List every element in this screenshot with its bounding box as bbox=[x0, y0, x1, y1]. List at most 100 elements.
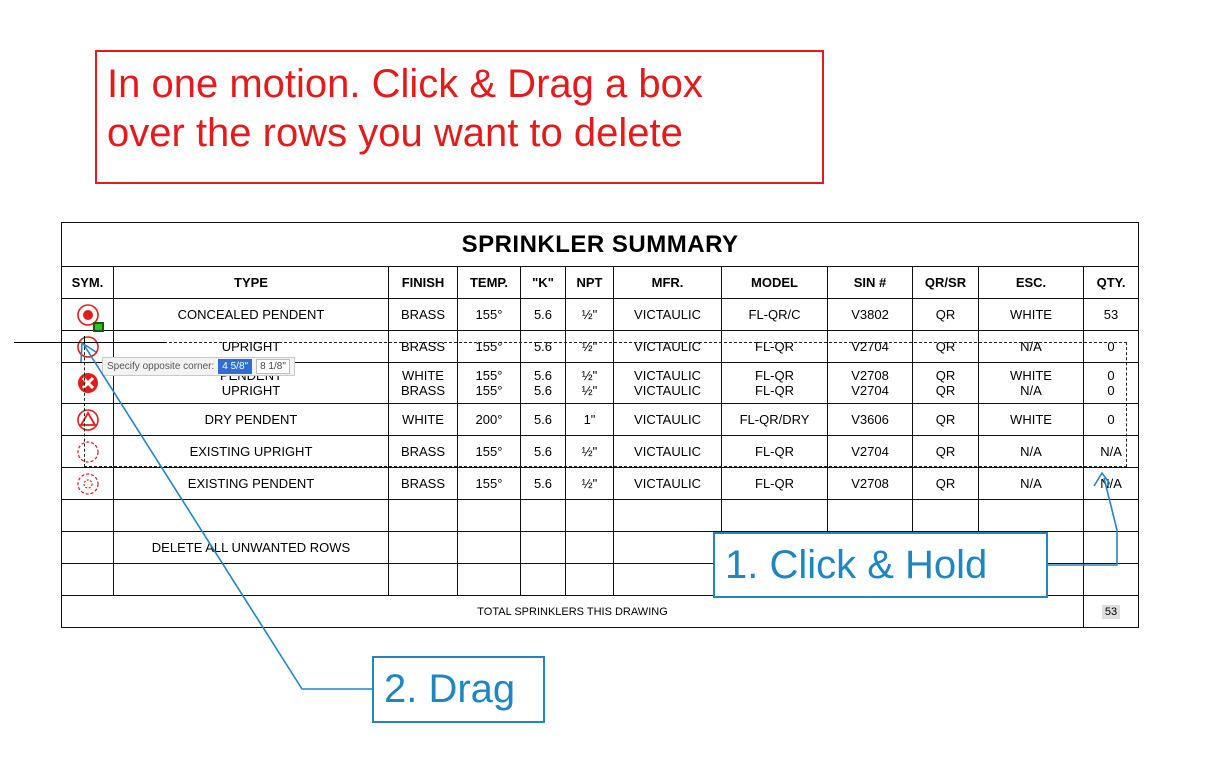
cell-temp: 155° bbox=[457, 330, 521, 363]
cell-k: 5.6 bbox=[520, 298, 566, 331]
dry-pendent-symbol-icon bbox=[61, 403, 114, 436]
cell-npt: ½" bbox=[565, 435, 614, 468]
table-row[interactable]: CONCEALED PENDENT BRASS 155° 5.6 ½" VICT… bbox=[61, 298, 1140, 331]
empty-cell bbox=[565, 499, 614, 532]
empty-cell bbox=[1082, 499, 1140, 532]
empty-cell bbox=[565, 563, 614, 596]
cell-qty: 0 bbox=[1082, 330, 1140, 363]
cell-finish: BRASS bbox=[388, 435, 458, 468]
empty-cell bbox=[520, 531, 566, 564]
cell-model: FL-QR FL-QR bbox=[721, 362, 828, 404]
cell-mfr: VICTAULIC bbox=[613, 403, 722, 436]
header-finish: FINISH bbox=[388, 266, 458, 299]
header-npt: NPT bbox=[565, 266, 614, 299]
total-row: TOTAL SPRINKLERS THIS DRAWING 53 bbox=[61, 595, 1140, 628]
cell-k: 5.6 bbox=[520, 403, 566, 436]
cell-finish: BRASS bbox=[388, 330, 458, 363]
cell-temp: 155° bbox=[457, 467, 521, 500]
crosshair-horizontal bbox=[14, 342, 166, 343]
cell-k: 5.6 5.6 bbox=[520, 362, 566, 404]
cell-sin: V2708 bbox=[827, 467, 913, 500]
empty-cell bbox=[457, 499, 521, 532]
header-mfr: MFR. bbox=[613, 266, 722, 299]
tooltip-x-field[interactable]: 4 5/8" bbox=[218, 359, 253, 374]
empty-cell bbox=[388, 563, 458, 596]
table-row[interactable]: DRY PENDENT WHITE 200° 5.6 1" VICTAULIC … bbox=[61, 403, 1140, 436]
cell-esc: WHITE bbox=[978, 298, 1084, 331]
empty-cell bbox=[61, 531, 114, 564]
header-qty: QTY. bbox=[1082, 266, 1140, 299]
empty-cell bbox=[520, 499, 566, 532]
cell-esc: N/A bbox=[978, 467, 1084, 500]
cell-qrsr: QR QR bbox=[912, 362, 979, 404]
cell-model: FL-QR/C bbox=[721, 298, 828, 331]
table-title: SPRINKLER SUMMARY bbox=[60, 222, 1140, 267]
header-qrsr: QR/SR bbox=[912, 266, 979, 299]
concealed-pendent-symbol-icon bbox=[61, 298, 114, 331]
cell-qty: 0 0 bbox=[1082, 362, 1140, 404]
cell-finish: BRASS bbox=[388, 467, 458, 500]
cell-temp: 155° 155° bbox=[457, 362, 521, 404]
cell-qrsr: QR bbox=[912, 330, 979, 363]
cell-qrsr: QR bbox=[912, 467, 979, 500]
existing-pendent-symbol-icon bbox=[61, 467, 114, 500]
empty-cell bbox=[613, 499, 722, 532]
empty-cell bbox=[388, 531, 458, 564]
crosshair-vertical bbox=[84, 336, 85, 350]
table-row[interactable]: EXISTING UPRIGHT BRASS 155° 5.6 ½" VICTA… bbox=[61, 435, 1140, 468]
cell-model: FL-QR bbox=[721, 435, 828, 468]
table-row[interactable]: EXISTING PENDENT BRASS 155° 5.6 ½" VICTA… bbox=[61, 467, 1140, 500]
cell-esc: WHITE bbox=[978, 403, 1084, 436]
cell-npt: ½" bbox=[565, 298, 614, 331]
empty-cell bbox=[113, 499, 389, 532]
empty-cell bbox=[457, 563, 521, 596]
tooltip-prompt: Specify opposite corner: bbox=[107, 361, 215, 372]
cell-finish: WHITE bbox=[388, 403, 458, 436]
cell-temp: 155° bbox=[457, 435, 521, 468]
empty-cell bbox=[520, 563, 566, 596]
header-sin: SIN # bbox=[827, 266, 913, 299]
cell-k: 5.6 bbox=[520, 330, 566, 363]
empty-cell bbox=[721, 499, 828, 532]
cell-npt: ½" bbox=[565, 330, 614, 363]
cell-mfr: VICTAULIC bbox=[613, 435, 722, 468]
cell-model: FL-QR/DRY bbox=[721, 403, 828, 436]
cell-model: FL-QR bbox=[721, 467, 828, 500]
cell-npt: ½" ½" bbox=[565, 362, 614, 404]
pick-box-icon bbox=[93, 322, 104, 332]
empty-cell bbox=[912, 499, 979, 532]
cell-k: 5.6 bbox=[520, 467, 566, 500]
empty-row[interactable] bbox=[61, 499, 1140, 532]
cell-esc: N/A bbox=[978, 330, 1084, 363]
cell-finish: WHITE BRASS bbox=[388, 362, 458, 404]
cell-qty: N/A bbox=[1082, 435, 1140, 468]
header-sym: SYM. bbox=[61, 266, 114, 299]
cell-temp: 200° bbox=[457, 403, 521, 436]
empty-cell bbox=[978, 499, 1084, 532]
cell-sin: V2704 bbox=[827, 435, 913, 468]
header-type: TYPE bbox=[113, 266, 389, 299]
empty-cell bbox=[613, 563, 722, 596]
cell-qty: 53 bbox=[1082, 298, 1140, 331]
drag-label: 2. Drag bbox=[384, 667, 516, 711]
cell-type: DRY PENDENT bbox=[113, 403, 389, 436]
total-quantity-value: 53 bbox=[1101, 604, 1121, 619]
drag-callout: 2. Drag bbox=[372, 656, 545, 723]
empty-cell bbox=[61, 499, 114, 532]
empty-cell bbox=[613, 531, 722, 564]
cell-qrsr: QR bbox=[912, 435, 979, 468]
cell-qty: 0 bbox=[1082, 403, 1140, 436]
cell-npt: ½" bbox=[565, 467, 614, 500]
instruction-box: In one motion. Click & Drag a box over t… bbox=[95, 50, 824, 184]
cell-mfr: VICTAULIC bbox=[613, 467, 722, 500]
total-quantity[interactable]: 53 bbox=[1082, 595, 1140, 628]
instruction-line-2: over the rows you want to delete bbox=[107, 111, 683, 155]
header-esc: ESC. bbox=[978, 266, 1084, 299]
empty-cell bbox=[827, 499, 913, 532]
cell-esc: N/A bbox=[978, 435, 1084, 468]
empty-cell bbox=[113, 563, 389, 596]
cell-sin: V2704 bbox=[827, 330, 913, 363]
tooltip-y-field[interactable]: 8 1/8" bbox=[256, 359, 290, 374]
cell-mfr: VICTAULIC VICTAULIC bbox=[613, 362, 722, 404]
cell-sin: V3606 bbox=[827, 403, 913, 436]
